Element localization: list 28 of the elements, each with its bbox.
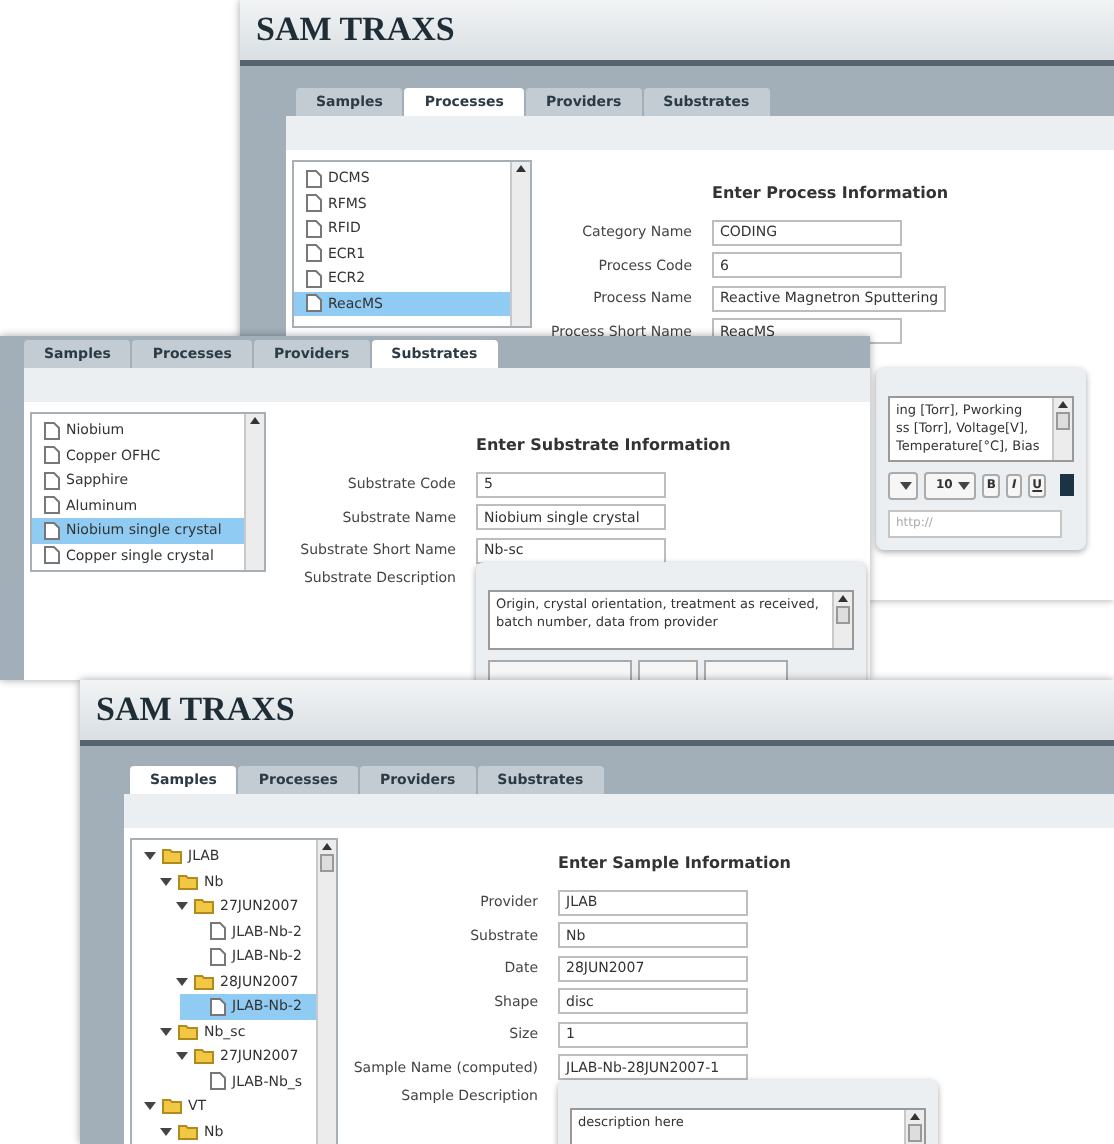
up-arrow-icon[interactable] xyxy=(248,414,262,428)
caret-icon[interactable] xyxy=(176,975,188,988)
folder-icon xyxy=(194,973,214,990)
up-arrow-icon[interactable] xyxy=(320,840,334,854)
up-arrow-icon[interactable] xyxy=(836,592,850,606)
scrollbar[interactable] xyxy=(832,592,852,648)
up-arrow-icon[interactable] xyxy=(1056,397,1070,411)
document-icon xyxy=(210,1072,226,1091)
up-arrow-icon[interactable] xyxy=(514,162,528,176)
scroll-thumb-icon[interactable] xyxy=(1056,411,1070,429)
app-title: SAM TRAXS xyxy=(96,690,295,730)
scroll-thumb-icon[interactable] xyxy=(836,606,850,624)
up-arrow-icon[interactable] xyxy=(908,1109,922,1123)
scrollbar[interactable] xyxy=(1052,397,1072,459)
scroll-thumb-icon[interactable] xyxy=(320,854,334,872)
caret-icon[interactable] xyxy=(900,479,912,491)
form-heading: Enter Sample Information xyxy=(556,854,793,872)
font-dropdown[interactable] xyxy=(888,471,918,499)
form-heading: Enter Substrate Information xyxy=(474,436,733,454)
form-heading: Enter Process Information xyxy=(710,184,951,202)
caret-icon[interactable] xyxy=(958,479,971,491)
scrollbar[interactable] xyxy=(244,414,264,570)
document-icon xyxy=(210,997,226,1016)
color-swatch[interactable] xyxy=(1059,474,1074,496)
scroll-thumb-icon[interactable] xyxy=(908,1123,922,1141)
app-title: SAM TRAXS xyxy=(256,10,455,50)
scrollbar[interactable] xyxy=(316,840,336,1144)
scrollbar[interactable] xyxy=(510,162,530,326)
